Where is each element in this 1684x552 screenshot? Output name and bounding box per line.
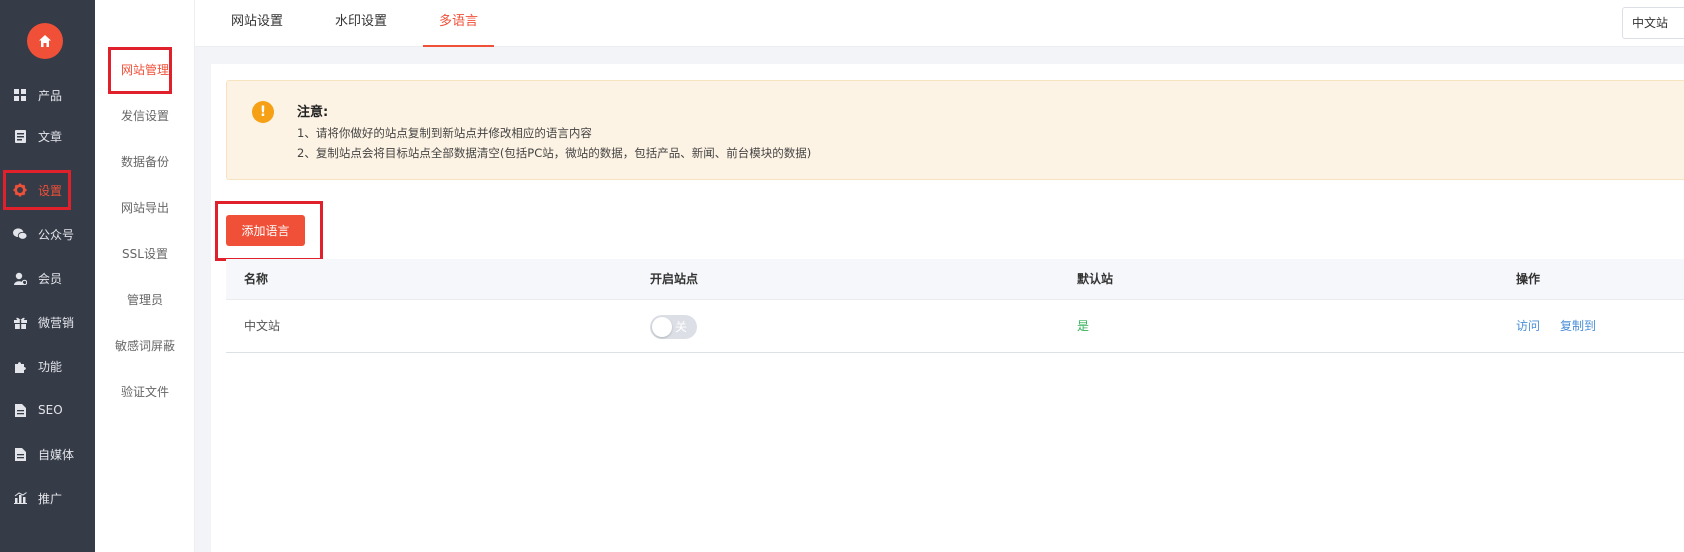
sidebar-item-articles[interactable]: 文章 bbox=[0, 116, 95, 156]
sidebar-item-label: 会员 bbox=[38, 271, 63, 286]
sidebar-item-products[interactable]: 产品 bbox=[0, 75, 95, 115]
puzzle-icon bbox=[13, 359, 27, 373]
notice-line: 2、复制站点会将目标站点全部数据清空(包括PC站，微站的数据，包括产品、新闻、前… bbox=[297, 146, 812, 160]
column-header-enable-site: 开启站点 bbox=[650, 272, 699, 286]
content-panel: ! 注意: 1、请将你做好的站点复制到新站点并修改相应的语言内容 2、复制站点会… bbox=[211, 64, 1684, 552]
tab-bar: 网站设置 水印设置 多语言 中文站 bbox=[195, 0, 1684, 47]
submenu-item-label: 敏感词屏蔽 bbox=[114, 338, 175, 353]
tab-site-settings[interactable]: 网站设置 bbox=[231, 0, 283, 47]
submenu-item-verification-file[interactable]: 验证文件 bbox=[95, 371, 195, 411]
notice-box: ! 注意: 1、请将你做好的站点复制到新站点并修改相应的语言内容 2、复制站点会… bbox=[226, 80, 1684, 180]
submenu-item-sensitive-words[interactable]: 敏感词屏蔽 bbox=[95, 325, 195, 365]
file-icon bbox=[13, 447, 27, 461]
table-row: 中文站 关 是 访问 复制到 bbox=[226, 300, 1684, 353]
language-select[interactable]: 中文站 bbox=[1622, 7, 1684, 39]
submenu-item-data-backup[interactable]: 数据备份 bbox=[95, 141, 195, 181]
column-header-default-site: 默认站 bbox=[1077, 272, 1114, 286]
wechat-icon bbox=[13, 227, 27, 241]
file-icon bbox=[13, 403, 27, 417]
enable-site-toggle[interactable]: 关 bbox=[650, 315, 697, 339]
column-header-actions: 操作 bbox=[1516, 272, 1541, 286]
toggle-label: 关 bbox=[675, 320, 688, 334]
submenu-item-label: 网站导出 bbox=[120, 200, 169, 215]
sidebar-item-label: SEO bbox=[38, 403, 63, 417]
add-language-button[interactable]: 添加语言 bbox=[226, 215, 305, 246]
submenu-item-label: 验证文件 bbox=[120, 384, 169, 399]
sidebar-item-label: 文章 bbox=[38, 129, 63, 144]
sidebar-item-label: 公众号 bbox=[38, 227, 75, 242]
submenu-item-label: 管理员 bbox=[126, 292, 163, 307]
sidebar-item-label: 推广 bbox=[38, 491, 63, 506]
submenu-item-label: 发信设置 bbox=[120, 108, 169, 123]
home-icon bbox=[39, 35, 51, 47]
document-icon bbox=[13, 129, 27, 143]
sidebar-item-label: 产品 bbox=[38, 88, 63, 103]
submenu-item-label: SSL设置 bbox=[122, 246, 168, 261]
highlight-box bbox=[108, 47, 172, 94]
main-sidebar: 产品 文章 设置 公众号 会员 微营销 功能 SEO 自媒体 推广 bbox=[0, 0, 95, 552]
warning-icon: ! bbox=[252, 101, 274, 123]
gift-icon bbox=[13, 315, 27, 329]
sidebar-item-wechat[interactable]: 公众号 bbox=[0, 214, 95, 254]
sidebar-item-features[interactable]: 功能 bbox=[0, 346, 95, 386]
sidebar-item-seo[interactable]: SEO bbox=[0, 390, 95, 430]
chart-icon bbox=[13, 491, 27, 505]
user-icon bbox=[13, 271, 27, 285]
column-header-name: 名称 bbox=[244, 272, 269, 286]
sidebar-item-settings[interactable]: 设置 bbox=[0, 170, 95, 210]
sidebar-item-marketing[interactable]: 微营销 bbox=[0, 302, 95, 342]
submenu-item-site-export[interactable]: 网站导出 bbox=[95, 187, 195, 227]
default-site-value: 是 bbox=[1077, 319, 1090, 333]
submenu-item-site-management[interactable]: 网站管理 bbox=[95, 47, 195, 94]
highlight-box bbox=[3, 170, 71, 210]
site-name: 中文站 bbox=[244, 319, 281, 333]
notice-line: 1、请将你做好的站点复制到新站点并修改相应的语言内容 bbox=[297, 126, 592, 140]
grid-icon bbox=[13, 88, 27, 102]
submenu-item-mail-settings[interactable]: 发信设置 bbox=[95, 95, 195, 135]
submenu-item-label: 数据备份 bbox=[120, 154, 169, 169]
sidebar-item-media[interactable]: 自媒体 bbox=[0, 434, 95, 474]
table-header: 名称 开启站点 默认站 操作 bbox=[226, 259, 1684, 300]
toggle-knob bbox=[652, 317, 672, 337]
sidebar-item-label: 自媒体 bbox=[38, 447, 75, 462]
sidebar-item-members[interactable]: 会员 bbox=[0, 258, 95, 298]
submenu-item-ssl-settings[interactable]: SSL设置 bbox=[95, 233, 195, 273]
tab-watermark-settings[interactable]: 水印设置 bbox=[335, 0, 387, 47]
settings-submenu: 网站管理 发信设置 数据备份 网站导出 SSL设置 管理员 敏感词屏蔽 验证文件 bbox=[95, 0, 195, 552]
submenu-item-administrators[interactable]: 管理员 bbox=[95, 279, 195, 319]
copy-to-link[interactable]: 复制到 bbox=[1560, 300, 1596, 353]
sidebar-item-promotion[interactable]: 推广 bbox=[0, 478, 95, 518]
home-button[interactable] bbox=[27, 23, 63, 59]
notice-title: 注意: bbox=[297, 105, 329, 120]
visit-link[interactable]: 访问 bbox=[1516, 300, 1540, 353]
tab-multilanguage[interactable]: 多语言 bbox=[423, 0, 495, 47]
sidebar-item-label: 功能 bbox=[38, 359, 63, 374]
sidebar-item-label: 微营销 bbox=[38, 315, 75, 330]
